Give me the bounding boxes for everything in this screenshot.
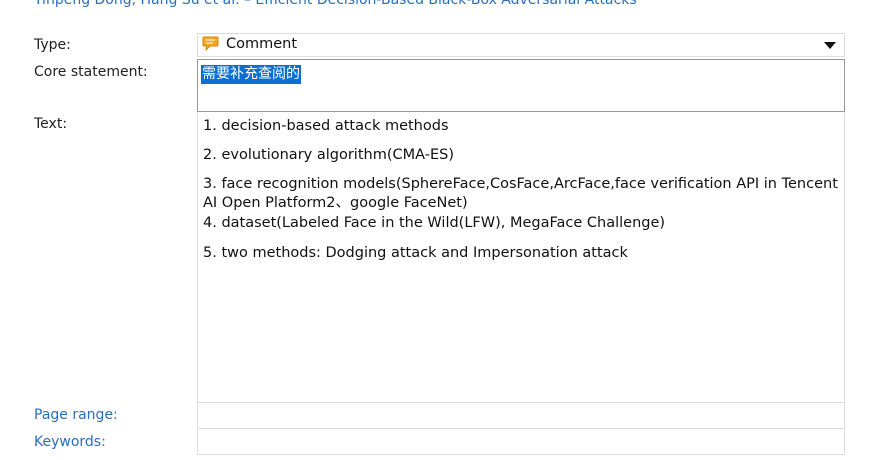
page-range-label[interactable]: Page range: (34, 407, 118, 423)
comment-bubble-icon (202, 36, 219, 52)
text-line-3: 3. face recognition models(SphereFace,Co… (203, 176, 838, 211)
page-range-input[interactable] (197, 403, 845, 429)
text-line-5: 5. two methods: Dodging attack and Imper… (203, 245, 628, 261)
reference-title-link[interactable]: Yinpeng Dong, Hang Su et al. – Efficient… (34, 0, 637, 8)
type-dropdown[interactable]: Comment (197, 33, 845, 57)
type-value: Comment (226, 36, 298, 52)
text-label: Text: (34, 116, 68, 132)
type-label: Type: (34, 37, 71, 53)
keywords-input[interactable] (197, 429, 845, 455)
text-area[interactable]: 1. decision-based attack methods 2. evol… (197, 113, 845, 403)
text-line-1: 1. decision-based attack methods (203, 118, 449, 134)
core-statement-selected-text: 需要补充查阅的 (201, 65, 301, 84)
core-statement-label: Core statement: (34, 64, 148, 80)
keywords-label[interactable]: Keywords: (34, 434, 106, 450)
chevron-down-icon[interactable] (824, 42, 836, 49)
core-statement-input[interactable]: 需要补充查阅的 (197, 59, 845, 112)
text-line-4: 4. dataset(Labeled Face in the Wild(LFW)… (203, 215, 666, 231)
text-line-2: 2. evolutionary algorithm(CMA-ES) (203, 147, 454, 163)
